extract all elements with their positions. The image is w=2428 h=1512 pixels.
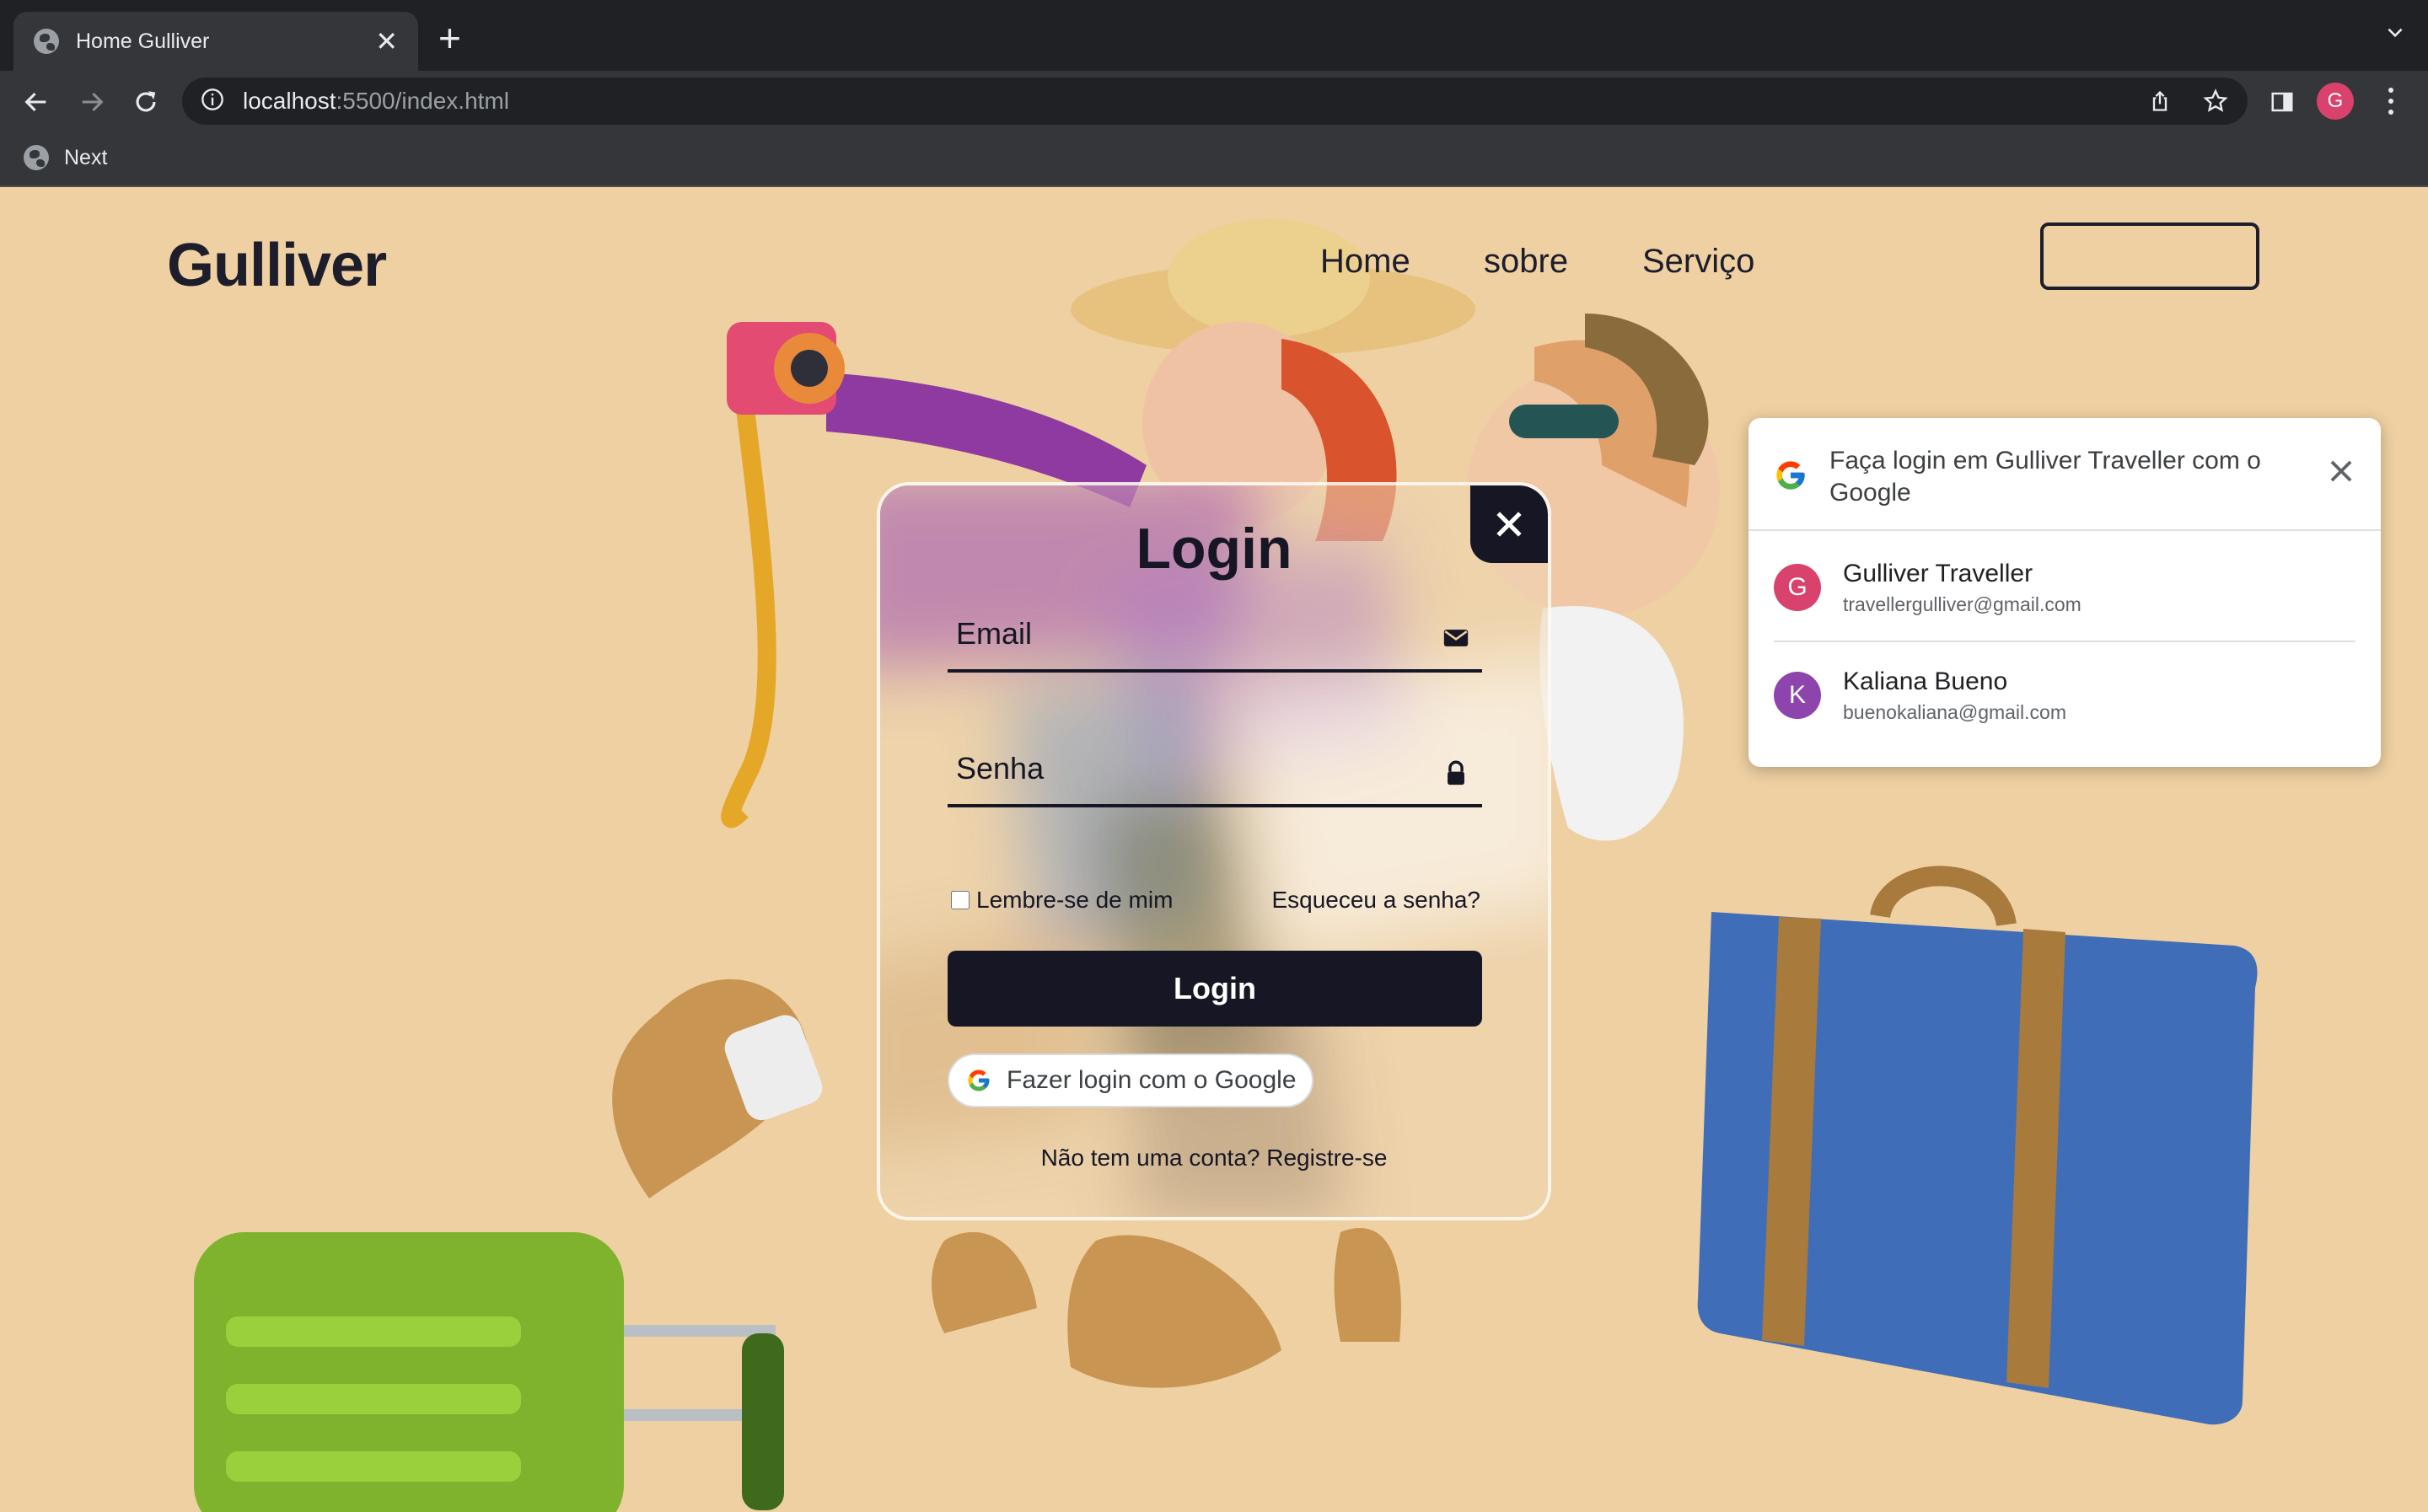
email-field — [948, 582, 1482, 673]
side-panel-icon[interactable] — [2266, 86, 2298, 118]
nav-home[interactable]: Home — [1320, 243, 1410, 281]
share-icon[interactable] — [2146, 88, 2173, 115]
browser-tabstrip: Home Gulliver ✕ + — [0, 0, 2428, 71]
url-host: localhost — [243, 88, 336, 114]
forward-arrow-icon[interactable] — [76, 86, 108, 118]
bookmark-star-icon[interactable] — [2202, 88, 2229, 115]
man-sunglasses — [1509, 405, 1619, 438]
password-input[interactable] — [948, 743, 1420, 794]
page: Gulliver Home sobre Serviço Login Email … — [0, 187, 2428, 1512]
bookmark-label: Next — [64, 145, 108, 169]
google-login-button[interactable]: Fazer login com o Google — [948, 1054, 1313, 1107]
tab-search-chevron-icon[interactable] — [2384, 22, 2406, 48]
camera-strap — [721, 379, 776, 828]
login-modal: Login Lembre-se de mim Esqueceu a senha?… — [877, 482, 1551, 1220]
google-g-icon — [1774, 458, 1808, 496]
onetap-account-item[interactable]: G Gulliver Traveller travellergulliver@g… — [1774, 536, 2355, 639]
blue-suitcase-handle — [1870, 866, 2017, 927]
google-g-icon — [968, 1070, 990, 1091]
account-divider — [1774, 641, 2355, 642]
account-avatar: G — [1774, 564, 1821, 611]
login-title: Login — [1136, 517, 1292, 581]
account-name: Gulliver Traveller — [1843, 559, 2033, 587]
onetap-header: Faça login em Gulliver Traveller com o G… — [1748, 418, 2381, 531]
lock-icon — [1442, 759, 1470, 791]
center-boot-right — [1067, 1235, 1281, 1388]
globe-icon — [34, 29, 59, 54]
address-bar[interactable]: localhost:5500/index.html — [182, 78, 2248, 125]
onetap-title: Faça login em Gulliver Traveller com o G… — [1829, 447, 2261, 507]
back-arrow-icon[interactable] — [20, 86, 52, 118]
site-brand[interactable]: Gulliver — [167, 231, 387, 300]
suitcase-handle — [742, 1333, 784, 1510]
onetap-account-item[interactable]: K Kaliana Bueno buenokaliana@gmail.com — [1774, 644, 2355, 747]
tab-close-icon[interactable]: ✕ — [375, 28, 398, 55]
email-input[interactable] — [948, 609, 1420, 659]
browser-tab[interactable]: Home Gulliver ✕ — [13, 12, 418, 71]
signup-prompt: Não tem uma conta? — [1040, 1145, 1260, 1171]
site-info-icon[interactable] — [201, 88, 224, 115]
nav-servico[interactable]: Serviço — [1642, 243, 1754, 281]
account-email: buenokaliana@gmail.com — [1843, 700, 2066, 723]
account-email: travellergulliver@gmail.com — [1843, 592, 2082, 615]
nav-sobre[interactable]: sobre — [1484, 243, 1568, 281]
bookmark-next[interactable]: Next — [24, 145, 107, 170]
login-submit-button[interactable]: Login — [948, 951, 1482, 1027]
forgot-password-link[interactable]: Esqueceu a senha? — [1271, 887, 1480, 914]
new-tab-button[interactable]: + — [438, 19, 461, 57]
tab-title: Home Gulliver — [76, 29, 210, 53]
account-avatar: K — [1774, 672, 1821, 719]
center-boot-left — [932, 1231, 1037, 1333]
remember-me[interactable]: Lembre-se de mim — [951, 887, 1173, 914]
bookmarks-bar: Next — [0, 131, 2428, 187]
account-name: Kaliana Bueno — [1843, 667, 2008, 695]
url-path: :5500/index.html — [336, 88, 509, 114]
globe-icon — [24, 145, 49, 170]
remember-checkbox[interactable] — [951, 891, 970, 909]
browser-toolbar: localhost:5500/index.html G — [0, 71, 2428, 131]
profile-avatar[interactable]: G — [2317, 83, 2354, 120]
man-shirt — [1539, 605, 1684, 841]
reload-icon[interactable] — [130, 86, 162, 118]
signup-row: Não tem uma conta? Registre-se — [880, 1145, 1548, 1172]
password-field — [948, 716, 1482, 807]
browser-menu-icon[interactable] — [2382, 84, 2399, 118]
right-boot — [1334, 1228, 1401, 1342]
remember-label: Lembre-se de mim — [976, 887, 1174, 913]
google-login-label: Fazer login com o Google — [1007, 1066, 1297, 1094]
signup-link[interactable]: Registre-se — [1266, 1145, 1387, 1171]
envelope-icon — [1442, 624, 1470, 657]
nav-login-button[interactable] — [2040, 223, 2259, 290]
close-icon[interactable] — [2325, 455, 2357, 491]
google-onetap-popup: Faça login em Gulliver Traveller com o G… — [1748, 418, 2381, 767]
